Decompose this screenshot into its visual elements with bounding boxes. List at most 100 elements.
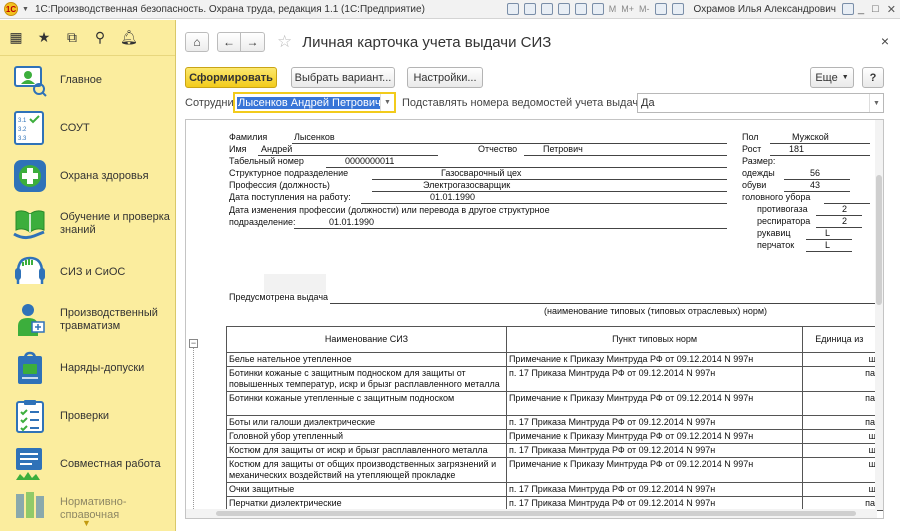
gloves-size-underline (806, 251, 852, 252)
memory-button[interactable]: M (609, 4, 617, 14)
help-button[interactable]: ? (862, 67, 884, 88)
ppe-table: Наименование СИЗ Пункт типовых норм Един… (226, 326, 883, 511)
form-area: ⌂ ← → ☆ Личная карточка учета выдачи СИЗ… (177, 20, 900, 531)
save-icon[interactable] (506, 3, 519, 15)
monitor-person-icon (12, 62, 48, 98)
table-row[interactable]: Ботинки кожаные утепленные с защитным по… (226, 391, 883, 416)
sidebar-item-label: Главное (60, 73, 103, 86)
maximize-button[interactable]: □ (872, 3, 879, 15)
provided-caption: (наименование типовых (типовых отраслевы… (544, 306, 768, 316)
headwear-size-label: головного убора (742, 192, 811, 202)
sidebar-item-permits[interactable]: Наряды-допуски (0, 344, 175, 392)
chevron-down-icon: ▼ (841, 74, 849, 81)
back-button[interactable]: ← (217, 32, 241, 52)
svg-text:3.2: 3.2 (18, 127, 27, 133)
horizontal-scroll-thumb[interactable] (216, 511, 856, 516)
close-window-button[interactable]: ✕ (887, 3, 896, 16)
minimize-button[interactable]: _ (858, 3, 864, 15)
sidebar-item-collaboration[interactable]: Совместная работа (0, 440, 175, 488)
window-title: 1С:Производственная безопасность. Охрана… (34, 3, 425, 15)
column-header: Единица из (802, 326, 883, 353)
sidebar-item-main[interactable]: Главное (0, 56, 175, 104)
sidebar-item-training[interactable]: Обучение и проверка знаний (0, 200, 175, 248)
firstname-label: Имя (229, 144, 247, 154)
memory-minus-button[interactable]: M- (639, 4, 650, 14)
gasmask-size-underline (816, 215, 862, 216)
norm-clause: п. 17 Приказа Минтруда РФ от 09.12.2014 … (505, 415, 804, 430)
bell-icon[interactable]: 🔔︎ (120, 29, 138, 46)
page-title: Личная карточка учета выдачи СИЗ (302, 33, 552, 51)
unit: шт (802, 352, 883, 367)
sidebar-item-label: Производственный травматизм (60, 307, 158, 332)
transfer-label: Дата изменения профессии (должности) или… (229, 205, 550, 215)
info-icon[interactable] (654, 3, 667, 15)
respirator-size-label: респиратора (757, 216, 811, 226)
sidebar-item-health[interactable]: Охрана здоровья (0, 152, 175, 200)
attach-icon[interactable] (557, 3, 570, 15)
table-row[interactable]: Ботинки кожаные с защитным подноском для… (226, 366, 883, 392)
provided-underline (330, 303, 877, 304)
shoe-size-value: 43 (810, 180, 821, 190)
sidebar-item-injuries[interactable]: Производственный травматизм (0, 296, 175, 344)
close-form-button[interactable]: × (881, 33, 889, 49)
app-logo-icon[interactable]: 1С (4, 2, 18, 16)
preview-icon[interactable] (540, 3, 553, 15)
column-header: Пункт типовых норм (505, 326, 804, 353)
norm-clause: Примечание к Приказу Минтруда РФ от 09.1… (505, 352, 804, 367)
memory-plus-button[interactable]: M+ (621, 4, 634, 14)
apps-grid-icon[interactable]: ▦ (8, 29, 24, 46)
clothes-size-label: одежды (742, 168, 775, 178)
svg-text:3.3: 3.3 (18, 136, 27, 142)
transfer-label-2: подразделение: (229, 217, 296, 227)
employee-field[interactable]: Лысенков Андрей Петрович (000 ▼ (233, 92, 396, 113)
sidebar-scroll-down-icon[interactable]: ▼ (82, 518, 91, 528)
link-icon[interactable] (574, 3, 587, 15)
sidebar-item-label: Совместная работа (60, 457, 161, 470)
table-row[interactable]: Головной убор утепленный Примечание к При… (226, 429, 883, 444)
app-menu-chevron-icon[interactable]: ▼ (22, 6, 29, 13)
current-user[interactable]: Охрамов Илья Александрович (694, 4, 836, 15)
settings-button[interactable]: Настройки... (407, 67, 483, 88)
star-icon[interactable]: ★ (36, 29, 52, 46)
home-button[interactable]: ⌂ (185, 32, 209, 52)
sidebar-item-sout[interactable]: 3.1 3.2 3.3 СОУТ (0, 104, 175, 152)
table-row[interactable]: Белье нательное утепленное Примечание к П… (226, 352, 883, 367)
sidebar-item-reference[interactable]: Нормативно-справочная (0, 488, 175, 518)
user-icon (671, 3, 684, 15)
calculator-icon[interactable] (591, 3, 604, 15)
group-line (193, 348, 194, 513)
report-document[interactable]: Фамилия Лысенков Имя Андрей Отчество Пет… (185, 119, 884, 519)
horizontal-scrollbar[interactable] (186, 509, 877, 518)
search-icon[interactable]: ⚲ (92, 29, 108, 46)
vertical-scroll-thumb[interactable] (876, 175, 882, 305)
generate-button[interactable]: Сформировать (185, 67, 277, 88)
table-row[interactable]: Костюм для защиты от искр и брызг распла… (226, 443, 883, 458)
forward-button[interactable]: → (241, 32, 265, 52)
sidebar-item-inspections[interactable]: Проверки (0, 392, 175, 440)
hire-date-label: Дата поступления на работу: (229, 192, 351, 202)
table-row[interactable]: Боты или галоши диэлектрические п. 17 При… (226, 415, 883, 430)
sidebar-item-label: Охрана здоровья (60, 169, 149, 182)
print-icon[interactable] (523, 3, 536, 15)
employee-dropdown-icon[interactable]: ▼ (380, 94, 394, 111)
height-value: 181 (789, 144, 805, 154)
favorite-star-icon[interactable]: ☆ (277, 32, 292, 52)
patronymic-label: Отчество (478, 144, 518, 154)
sidebar-item-label: Нормативно-справочная (60, 496, 127, 518)
numbers-dropdown-icon[interactable]: ▼ (869, 94, 883, 112)
table-row[interactable]: Костюм для защиты от общих производствен… (226, 457, 883, 483)
numbers-select[interactable]: Да ▼ (637, 93, 884, 113)
sidebar-item-ppe[interactable]: СИЗ и СиОС (0, 248, 175, 296)
respirator-size-value: 2 (842, 216, 848, 226)
history-icon[interactable]: ⧉ (64, 29, 80, 46)
more-button[interactable]: Еще ▼ (810, 67, 854, 88)
table-row[interactable]: Очки защитные п. 17 Приказа Минтруда РФ о… (226, 482, 883, 497)
ppe-name: Белье нательное утепленное (226, 352, 507, 367)
medical-cross-icon (12, 158, 48, 194)
choose-variant-button[interactable]: Выбрать вариант... (291, 67, 395, 88)
vertical-scrollbar[interactable] (875, 120, 883, 510)
unit: пар (802, 415, 883, 430)
group-collapse-icon[interactable]: − (189, 339, 198, 348)
user-menu-icon[interactable] (842, 3, 854, 15)
tabnum-value: 0000000011 (345, 156, 395, 166)
